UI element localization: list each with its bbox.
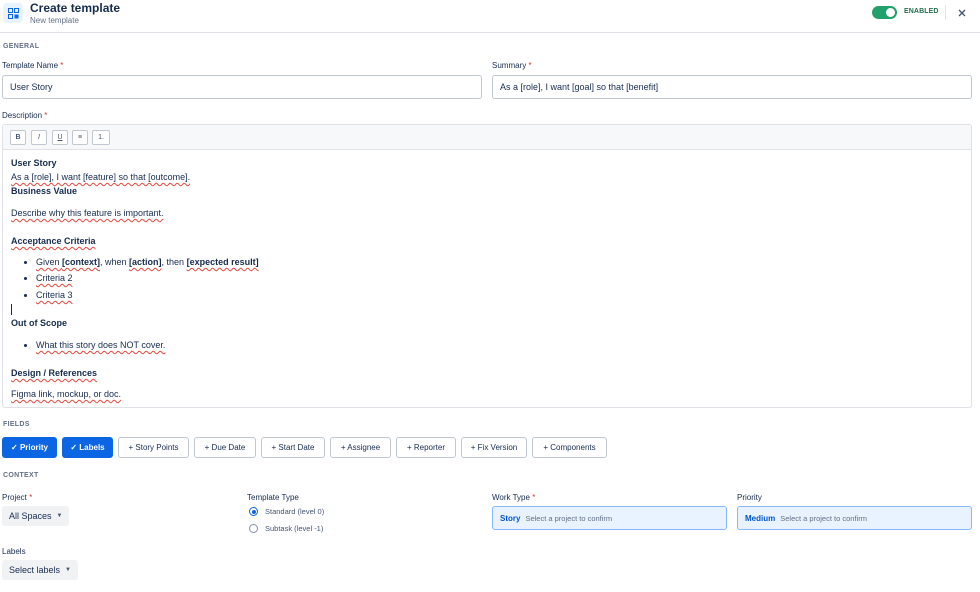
enabled-toggle[interactable] xyxy=(872,6,897,19)
line-design: Figma link, mockup, or doc. xyxy=(11,389,122,399)
radio-subtask[interactable]: Subtask (level -1) xyxy=(249,524,323,533)
priority-value: Medium xyxy=(745,513,776,523)
close-icon xyxy=(958,9,966,17)
criteria-2: Criteria 2 xyxy=(36,273,73,283)
labels-value: Select labels xyxy=(9,565,61,575)
work-type-label: Work Type * xyxy=(492,493,536,502)
chip-due-date[interactable]: + Due Date xyxy=(194,437,256,458)
bold-button[interactable]: B xyxy=(10,130,26,145)
project-value: All Spaces xyxy=(9,511,52,521)
bullet-dot xyxy=(24,294,27,297)
chip-labels[interactable]: ✓ Labels xyxy=(62,437,113,458)
underline-button[interactable]: U xyxy=(52,130,68,145)
project-label: Project * xyxy=(2,493,33,502)
heading-business-value: Business Value xyxy=(11,186,78,196)
criteria-3: Criteria 3 xyxy=(36,290,73,300)
header: Create template New template ENABLED xyxy=(0,0,980,33)
chip-components[interactable]: + Components xyxy=(532,437,607,458)
section-general: GENERAL xyxy=(3,43,40,50)
section-context: CONTEXT xyxy=(3,472,39,479)
chip-assignee[interactable]: + Assignee xyxy=(330,437,391,458)
page-subtitle: New template xyxy=(30,16,79,25)
priority-label: Priority xyxy=(737,493,762,502)
bullet-dot xyxy=(24,344,27,347)
priority-hint: Select a project to confirm xyxy=(780,513,867,523)
work-type-hint: Select a project to confirm xyxy=(525,513,613,523)
italic-button[interactable]: I xyxy=(31,130,47,145)
header-divider xyxy=(945,5,946,20)
radio-standard[interactable]: Standard (level 0) xyxy=(249,507,324,516)
criteria-1: Given [context], when [action], then [ex… xyxy=(36,257,259,267)
work-type-field[interactable]: Story Select a project to confirm xyxy=(492,506,727,530)
bullet-dot xyxy=(24,277,27,280)
heading-out-of-scope: Out of Scope xyxy=(11,318,67,328)
heading-acceptance: Acceptance Criteria xyxy=(11,236,96,246)
chevron-down-icon: ▼ xyxy=(65,567,71,573)
line-role: As a [role], I want [feature] so that [o… xyxy=(11,172,191,182)
radio-unchecked-icon xyxy=(249,524,258,533)
bullet-list-button[interactable]: ≡ xyxy=(72,130,88,145)
priority-field[interactable]: Medium Select a project to confirm xyxy=(737,506,972,530)
chip-start-date[interactable]: + Start Date xyxy=(261,437,325,458)
text-caret xyxy=(11,304,12,315)
line-business: Describe why this feature is important. xyxy=(11,208,164,218)
description-editor[interactable]: B I U ≡ 1. User Story As a [role], I wan… xyxy=(2,124,972,408)
numbered-list-button[interactable]: 1. xyxy=(92,130,110,145)
line-out-of-scope: What this story does NOT cover. xyxy=(36,340,166,350)
heading-user-story: User Story xyxy=(11,158,57,168)
labels-select[interactable]: Select labels ▼ xyxy=(2,560,78,580)
radio-subtask-label: Subtask (level -1) xyxy=(265,524,324,533)
summary-label: Summary * xyxy=(492,61,532,70)
template-grid-icon xyxy=(3,3,23,23)
description-label: Description * xyxy=(2,111,48,120)
heading-design: Design / References xyxy=(11,368,98,378)
toggle-knob xyxy=(886,8,895,17)
section-fields: FIELDS xyxy=(3,421,30,428)
chip-priority[interactable]: ✓ Priority xyxy=(2,437,57,458)
radio-checked-icon xyxy=(249,507,258,516)
chip-reporter[interactable]: + Reporter xyxy=(396,437,456,458)
template-name-label: Template Name * xyxy=(2,61,64,70)
close-button[interactable] xyxy=(953,4,971,22)
template-name-input[interactable] xyxy=(2,75,482,99)
chevron-down-icon: ▼ xyxy=(56,513,63,519)
labels-label: Labels xyxy=(2,547,26,556)
editor-toolbar: B I U ≡ 1. xyxy=(3,125,971,150)
project-select[interactable]: All Spaces ▼ xyxy=(2,506,70,526)
bullet-dot xyxy=(24,261,27,264)
status-label: ENABLED xyxy=(904,8,939,15)
work-type-value: Story xyxy=(500,513,521,523)
page-title: Create template xyxy=(30,1,121,15)
template-type-label: Template Type xyxy=(247,493,299,502)
chip-fix-version[interactable]: + Fix Version xyxy=(461,437,527,458)
summary-input[interactable] xyxy=(492,75,972,99)
radio-standard-label: Standard (level 0) xyxy=(265,507,325,516)
chip-story-points[interactable]: + Story Points xyxy=(118,437,189,458)
